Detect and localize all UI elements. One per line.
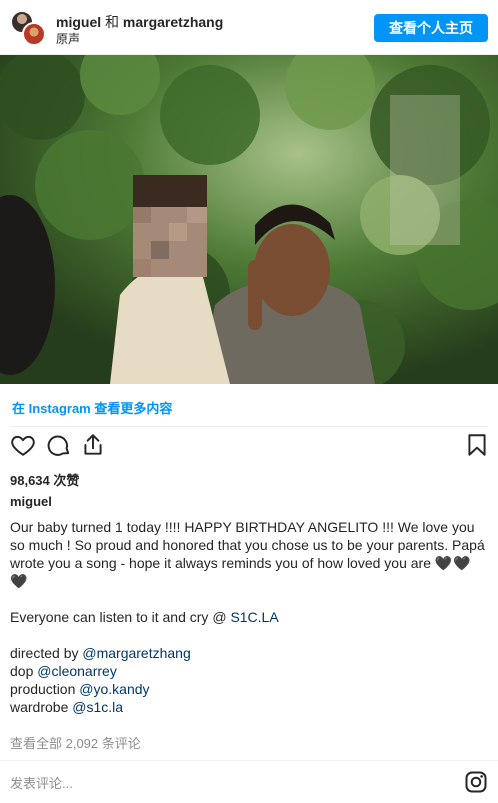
credit-role: dop	[10, 663, 38, 679]
credit-role: directed by	[10, 645, 83, 661]
view-all-comments-link[interactable]: 查看全部 2,092 条评论	[10, 733, 141, 752]
bookmark-icon[interactable]	[464, 432, 492, 460]
s1c-link[interactable]: S1C.LA	[230, 609, 278, 625]
action-bar	[0, 432, 498, 462]
collab-avatars[interactable]	[8, 8, 48, 48]
view-profile-button[interactable]: 查看个人主页	[374, 14, 488, 42]
caption-author[interactable]: miguel	[10, 494, 52, 509]
username-joiner: 和	[105, 14, 120, 30]
mention-link[interactable]: @s1c.la	[72, 699, 123, 715]
post-photo[interactable]	[0, 55, 498, 384]
post-header: miguel 和 margaretzhang 原声 查看个人主页	[0, 0, 498, 55]
caption-paragraph: Everyone can listen to it and cry @ S1C.…	[10, 608, 488, 626]
divider	[10, 426, 488, 427]
share-icon[interactable]	[80, 432, 108, 460]
caption-paragraph: Our baby turned 1 today !!!! HAPPY BIRTH…	[10, 518, 488, 590]
collab-usernames: miguel 和 margaretzhang	[56, 12, 223, 32]
credit-role: wardrobe	[10, 699, 73, 715]
audio-label[interactable]: 原声	[56, 30, 80, 47]
comment-bar	[0, 760, 498, 803]
comment-input[interactable]	[10, 773, 430, 793]
username-margaretzhang[interactable]: margaretzhang	[123, 14, 223, 30]
credit-line: directed by @margaretzhang	[10, 644, 488, 662]
mention-link[interactable]: @cleonarrey	[37, 663, 117, 679]
photo-image	[0, 55, 498, 384]
view-more-on-instagram-link[interactable]: 在 Instagram 查看更多内容	[12, 398, 172, 417]
credit-line: wardrobe @s1c.la	[10, 698, 488, 716]
caption-text: Our baby turned 1 today !!!! HAPPY BIRTH…	[10, 519, 485, 571]
caption: Our baby turned 1 today !!!! HAPPY BIRTH…	[10, 518, 488, 716]
credit-line: dop @cleonarrey	[10, 662, 488, 680]
avatar-margaretzhang[interactable]	[22, 22, 46, 46]
caption-text: Everyone can listen to it and cry @	[10, 609, 231, 625]
heart-icon[interactable]	[10, 432, 38, 460]
mention-link[interactable]: @yo.kandy	[79, 681, 149, 697]
comment-icon[interactable]	[46, 432, 74, 460]
mention-link[interactable]: @margaretzhang	[82, 645, 190, 661]
credit-role: production	[10, 681, 80, 697]
instagram-logo-icon[interactable]	[464, 770, 488, 794]
username-miguel[interactable]: miguel	[56, 14, 101, 30]
credit-line: production @yo.kandy	[10, 680, 488, 698]
like-count[interactable]: 98,634 次赞	[10, 470, 79, 489]
